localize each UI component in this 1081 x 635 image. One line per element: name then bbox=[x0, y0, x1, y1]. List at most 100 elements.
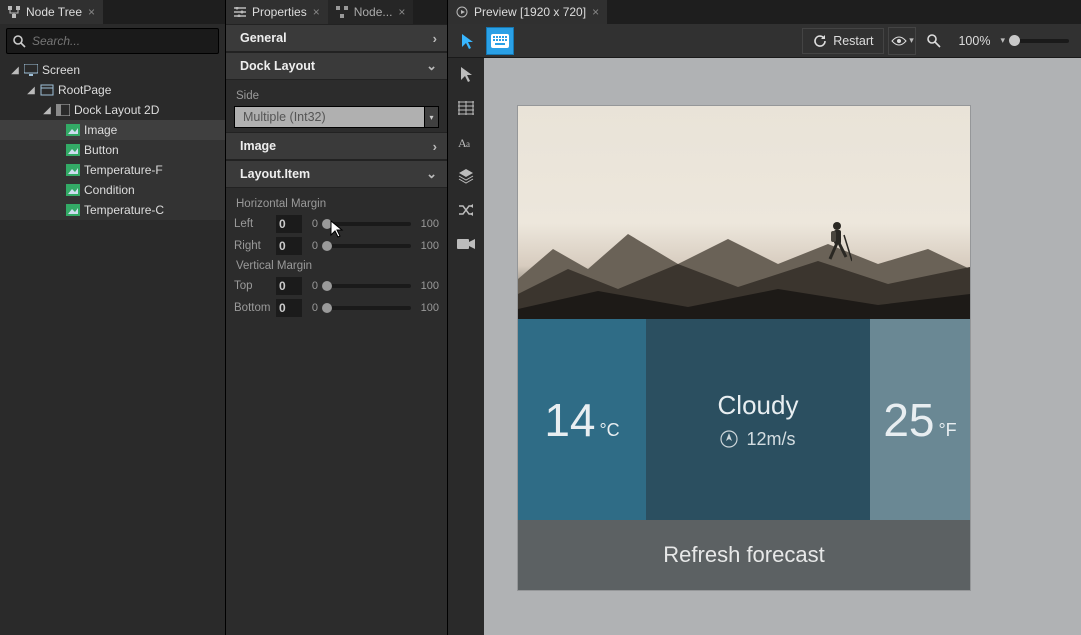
temp-c-tile: 14 °C bbox=[518, 319, 646, 520]
node-label: Condition bbox=[84, 183, 135, 197]
preview-canvas[interactable]: 14 °C Cloudy 12m/s 25 bbox=[484, 58, 1081, 635]
section-title: Dock Layout bbox=[240, 59, 315, 73]
dropdown-toggle-icon[interactable]: ▾ bbox=[425, 106, 439, 128]
tree-node-temperature-c[interactable]: Temperature-C bbox=[0, 200, 225, 220]
node-label: Dock Layout 2D bbox=[74, 103, 159, 117]
node-label: Temperature-F bbox=[84, 163, 163, 177]
layout-item-body: Horizontal Margin Left 0 0 100 Right 0 0… bbox=[226, 188, 447, 324]
visibility-button[interactable]: ▾ bbox=[888, 27, 916, 55]
text-tool[interactable]: Aa bbox=[454, 132, 478, 152]
section-title: Image bbox=[240, 139, 276, 153]
margin-bottom-slider[interactable] bbox=[322, 306, 411, 310]
tree-node-condition[interactable]: Condition bbox=[0, 180, 225, 200]
zoom-slider[interactable] bbox=[1009, 39, 1069, 43]
chevron-down-icon[interactable]: ▾ bbox=[1000, 35, 1005, 46]
close-icon[interactable]: × bbox=[88, 5, 95, 19]
margin-bottom-row: Bottom 0 0 100 bbox=[234, 298, 439, 318]
preview-body: Aa bbox=[448, 58, 1081, 635]
preview-tab-bar: Preview [1920 x 720] × bbox=[448, 0, 1081, 24]
node-tree-panel: Node Tree × ◢ Screen ◢ RootPage ◢ Dock L… bbox=[0, 0, 226, 635]
shuffle-tool[interactable] bbox=[454, 200, 478, 220]
expand-icon[interactable]: ◢ bbox=[42, 105, 52, 116]
bottom-label: Bottom bbox=[234, 302, 272, 314]
side-label: Side bbox=[236, 90, 439, 102]
refresh-forecast-button[interactable]: Refresh forecast bbox=[518, 520, 970, 590]
dock-layout-body: Side Multiple (Int32) ▾ bbox=[226, 80, 447, 132]
slider-thumb[interactable] bbox=[322, 219, 332, 229]
search-input-row[interactable] bbox=[6, 28, 219, 54]
node-label: Image bbox=[84, 123, 117, 137]
section-general[interactable]: General › bbox=[226, 24, 447, 52]
left-label: Left bbox=[234, 218, 272, 230]
slider-thumb[interactable] bbox=[1009, 35, 1020, 46]
restart-button[interactable]: Restart bbox=[802, 28, 884, 54]
side-dropdown[interactable]: Multiple (Int32) ▾ bbox=[234, 106, 439, 128]
temp-f-unit: °F bbox=[938, 420, 956, 441]
expand-icon[interactable]: ◢ bbox=[10, 65, 20, 76]
section-dock-layout[interactable]: Dock Layout ⌄ bbox=[226, 52, 447, 80]
node-label: Button bbox=[84, 143, 119, 157]
tree-node-button[interactable]: Button bbox=[0, 140, 225, 160]
temp-f-value: 25 bbox=[883, 397, 934, 443]
search-icon bbox=[13, 35, 26, 48]
magnifier-icon bbox=[927, 34, 941, 48]
image-icon bbox=[66, 123, 80, 137]
hero-image bbox=[518, 106, 970, 319]
margin-top-slider[interactable] bbox=[322, 284, 411, 288]
camera-tool[interactable] bbox=[454, 234, 478, 254]
temp-c-value: 14 bbox=[544, 397, 595, 443]
close-icon[interactable]: × bbox=[592, 5, 599, 19]
image-icon bbox=[66, 163, 80, 177]
tree-node-image[interactable]: Image bbox=[0, 120, 225, 140]
slider-thumb[interactable] bbox=[322, 303, 332, 313]
right-label: Right bbox=[234, 240, 272, 252]
search-input[interactable] bbox=[32, 34, 212, 48]
margin-right-slider[interactable] bbox=[322, 244, 411, 248]
chevron-right-icon: › bbox=[433, 139, 437, 154]
tree-tab-bar: Node Tree × bbox=[0, 0, 225, 24]
layers-tool[interactable] bbox=[454, 166, 478, 186]
section-layout-item[interactable]: Layout.Item ⌄ bbox=[226, 160, 447, 188]
tab-node[interactable]: Node... × bbox=[328, 0, 414, 24]
hiker-illustration bbox=[822, 221, 852, 265]
close-icon[interactable]: × bbox=[398, 5, 405, 19]
bottom-value[interactable]: 0 bbox=[276, 299, 302, 317]
close-icon[interactable]: × bbox=[313, 5, 320, 19]
margin-left-slider[interactable] bbox=[322, 222, 411, 226]
section-title: General bbox=[240, 31, 287, 45]
cursor-tool[interactable] bbox=[454, 27, 482, 55]
left-value[interactable]: 0 bbox=[276, 215, 302, 233]
slider-max: 100 bbox=[415, 240, 439, 252]
right-value[interactable]: 0 bbox=[276, 237, 302, 255]
select-tool[interactable] bbox=[454, 64, 478, 84]
slider-min: 0 bbox=[306, 218, 318, 230]
tab-label: Properties bbox=[252, 5, 307, 19]
image-icon bbox=[66, 143, 80, 157]
slider-max: 100 bbox=[415, 218, 439, 230]
properties-panel: Properties × Node... × General › Dock La… bbox=[226, 0, 448, 635]
tab-node-tree[interactable]: Node Tree × bbox=[0, 0, 103, 24]
tree-node-temperature-f[interactable]: Temperature-F bbox=[0, 160, 225, 180]
slider-thumb[interactable] bbox=[322, 241, 332, 251]
preview-toolbar: Restart ▾ 100% ▾ bbox=[448, 24, 1081, 58]
tab-properties[interactable]: Properties × bbox=[226, 0, 328, 24]
keyboard-tool[interactable] bbox=[486, 27, 514, 55]
tree-node-screen[interactable]: ◢ Screen bbox=[0, 60, 225, 80]
screen-icon bbox=[24, 63, 38, 77]
weather-tiles: 14 °C Cloudy 12m/s 25 bbox=[518, 319, 970, 520]
page-icon bbox=[40, 83, 54, 97]
zoom-tool[interactable] bbox=[920, 27, 948, 55]
expand-icon[interactable]: ◢ bbox=[26, 85, 36, 96]
tab-preview[interactable]: Preview [1920 x 720] × bbox=[448, 0, 607, 24]
chevron-down-icon: ⌄ bbox=[426, 166, 437, 182]
chevron-down-icon: ▾ bbox=[909, 35, 914, 46]
tree-node-dock-layout[interactable]: ◢ Dock Layout 2D bbox=[0, 100, 225, 120]
grid-tool[interactable] bbox=[454, 98, 478, 118]
top-value[interactable]: 0 bbox=[276, 277, 302, 295]
horizontal-margin-label: Horizontal Margin bbox=[236, 198, 439, 210]
slider-thumb[interactable] bbox=[322, 281, 332, 291]
section-image[interactable]: Image › bbox=[226, 132, 447, 160]
tree-node-rootpage[interactable]: ◢ RootPage bbox=[0, 80, 225, 100]
temp-c-unit: °C bbox=[599, 420, 619, 441]
restart-icon bbox=[813, 34, 827, 48]
